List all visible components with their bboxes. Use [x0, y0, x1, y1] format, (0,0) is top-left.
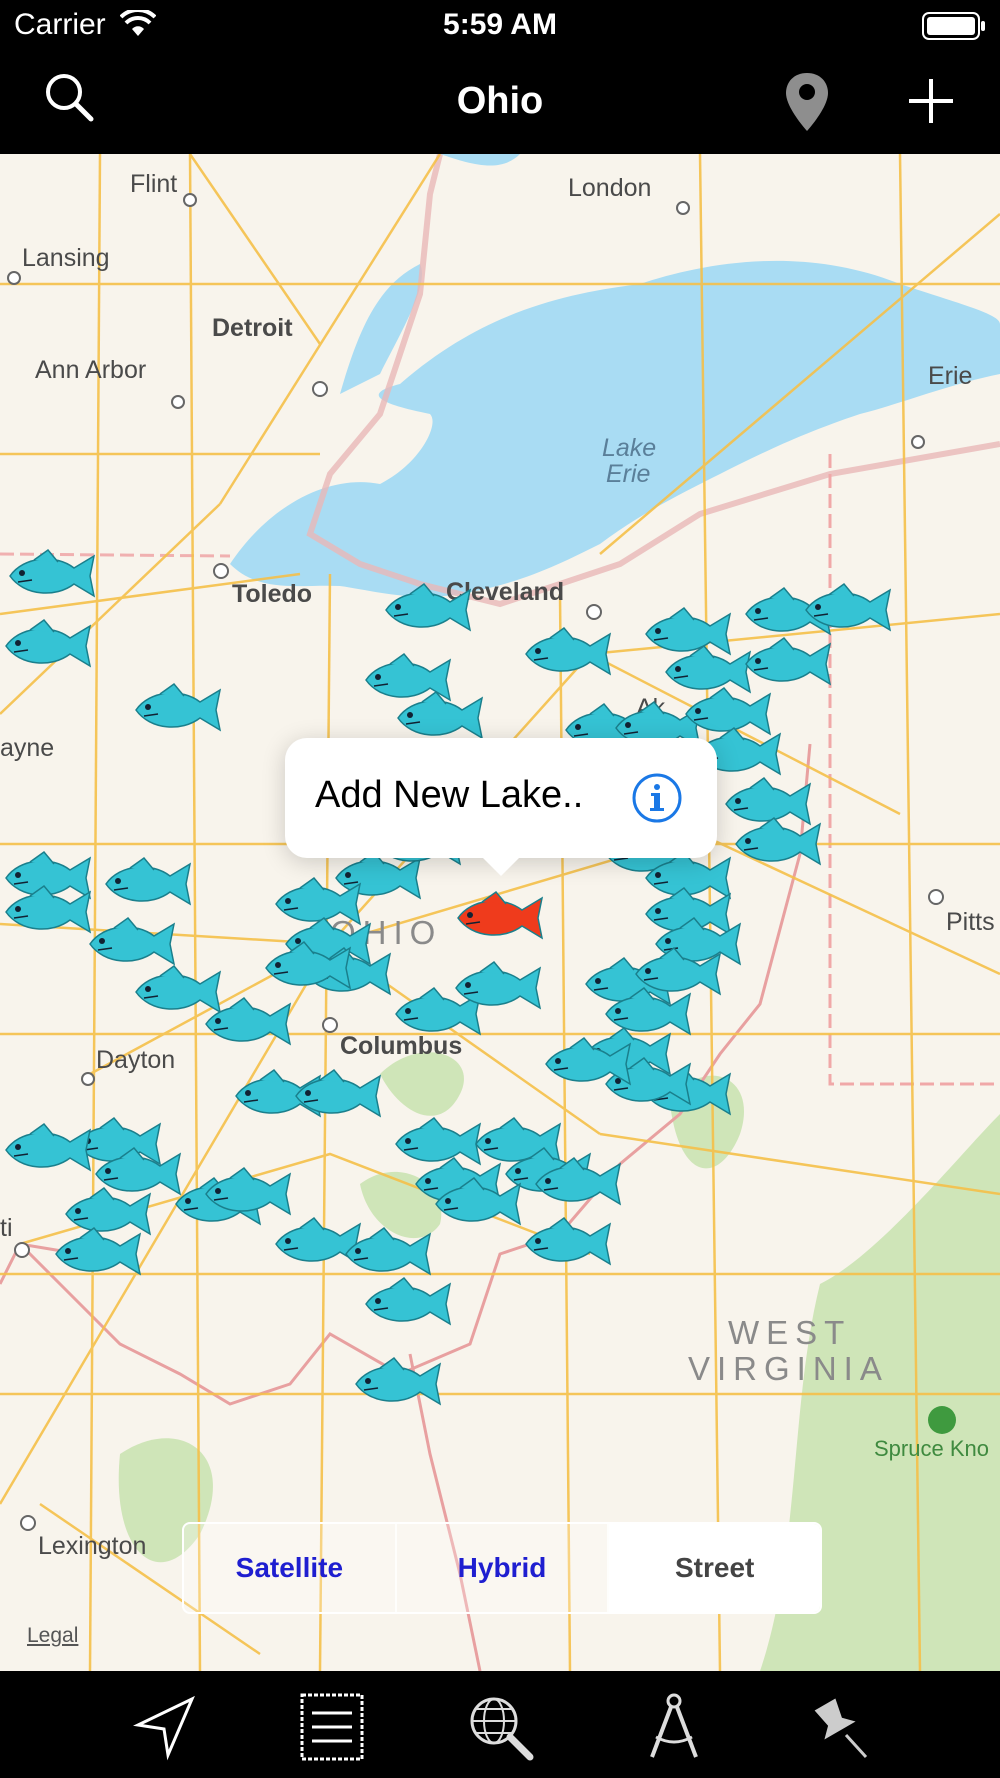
pushpin-icon[interactable] [806, 1691, 878, 1763]
lake-fish-marker[interactable] [520, 624, 616, 684]
lake-fish-marker[interactable] [380, 580, 476, 640]
globe-search-icon[interactable] [466, 1691, 538, 1763]
callout-label: Add New Lake.. [315, 774, 584, 816]
plus-icon[interactable] [906, 76, 956, 131]
lake-fish-marker[interactable] [730, 814, 826, 874]
battery-icon [922, 12, 986, 45]
lake-fish-marker[interactable] [0, 882, 96, 942]
lake-fish-marker[interactable] [4, 546, 100, 606]
add-lake-callout[interactable]: Add New Lake.. [285, 738, 717, 876]
lake-fish-marker[interactable] [50, 1224, 146, 1284]
map-type-segmented-control[interactable]: Satellite Hybrid Street [182, 1522, 822, 1614]
status-time: 5:59 AM [443, 8, 557, 41]
lake-fish-marker[interactable] [540, 1034, 636, 1094]
lake-fish-marker[interactable] [350, 1354, 446, 1414]
lake-fish-marker[interactable] [200, 994, 296, 1054]
status-bar: Carrier 5:59 AM [0, 0, 1000, 50]
lake-fish-marker[interactable] [520, 1214, 616, 1274]
selected-lake-fish-marker[interactable] [452, 888, 548, 948]
park-label-spruce-knob: Spruce Kno [874, 1436, 989, 1461]
list-icon[interactable] [296, 1691, 368, 1763]
city-label-flint: Flint [130, 170, 178, 198]
state-label-west: WEST [728, 1314, 852, 1351]
bottom-toolbar [0, 1671, 1000, 1778]
pin-icon[interactable] [782, 70, 832, 139]
park-area-2 [380, 1052, 464, 1116]
city-label-erie: Erie [928, 362, 973, 390]
lake-fish-marker[interactable] [100, 854, 196, 914]
info-icon[interactable] [631, 772, 683, 824]
city-label-toledo: Toledo [232, 580, 313, 608]
lake-label-1: Lake [602, 434, 657, 462]
navigation-bar: Ohio [0, 50, 1000, 154]
city-label-dayton: Dayton [96, 1046, 176, 1074]
lake-fish-marker[interactable] [130, 680, 226, 740]
segment-street[interactable]: Street [609, 1524, 820, 1612]
lake-fish-marker[interactable] [0, 1120, 96, 1180]
park-marker [928, 1406, 956, 1434]
compass-tool-icon[interactable] [638, 1691, 710, 1763]
lake-fish-marker[interactable] [800, 580, 896, 640]
map-view[interactable]: Flint Lansing London Detroit Ann Arbor E… [0, 154, 1000, 1671]
city-label-cincinnati: ti [0, 1214, 13, 1242]
lake-fish-marker[interactable] [290, 1066, 386, 1126]
page-title: Ohio [456, 80, 544, 122]
city-label-wayne: ayne [0, 734, 55, 762]
lake-fish-marker[interactable] [360, 1274, 456, 1334]
lake-fish-marker[interactable] [0, 616, 96, 676]
segment-hybrid[interactable]: Hybrid [397, 1524, 610, 1612]
city-label-london: London [568, 174, 652, 202]
city-label-ann-arbor: Ann Arbor [35, 356, 147, 384]
lake-fish-marker[interactable] [530, 1154, 626, 1214]
legal-link[interactable]: Legal [27, 1624, 78, 1648]
lake-fish-marker[interactable] [450, 958, 546, 1018]
lake-label-2: Erie [606, 460, 651, 488]
lake-fish-marker[interactable] [430, 1174, 526, 1234]
city-label-lexington: Lexington [38, 1532, 147, 1560]
segment-satellite[interactable]: Satellite [184, 1524, 397, 1612]
city-label-pittsburgh: Pitts [946, 908, 995, 936]
city-label-detroit: Detroit [212, 314, 293, 342]
lake-huron [440, 154, 520, 166]
lake-fish-marker[interactable] [260, 938, 356, 998]
state-label-virginia: VIRGINIA [688, 1350, 889, 1387]
city-label-lansing: Lansing [22, 244, 110, 272]
location-arrow-icon[interactable] [130, 1691, 202, 1763]
